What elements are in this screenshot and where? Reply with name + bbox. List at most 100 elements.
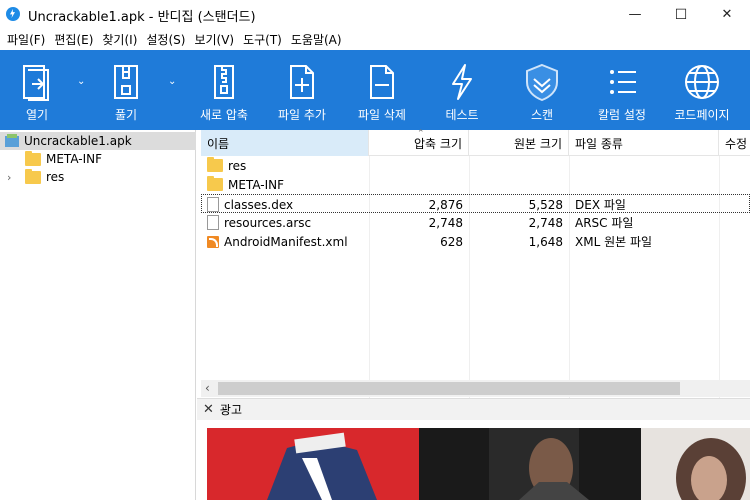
title-bar: Uncrackable1.apk - 반디집 (스탠더드) — ☐ ✕ [0,0,750,29]
list-row-res[interactable]: res [201,156,750,175]
folder-icon [207,157,223,172]
tree-item-meta-inf[interactable]: META-INF [0,150,102,168]
file-name: res [228,158,247,173]
ad-close-icon[interactable]: ✕ [203,402,214,417]
menu-tools[interactable]: 도구(T) [240,31,288,48]
scrollbar-thumb[interactable] [218,382,680,395]
name-cell: AndroidManifest.xml [207,232,348,251]
menu-find[interactable]: 찾기(I) [99,31,143,48]
ad-panel-header: ✕ 광고 [197,398,750,420]
bandizip-app-icon [6,7,20,21]
scan-label: 스캔 [530,108,554,122]
packed-size-cell: 628 [440,234,463,249]
extract-button[interactable]: 풀기 [106,50,146,130]
open-icon [17,60,57,104]
ad-image-portrait[interactable] [641,428,750,500]
lightning-icon [442,60,482,104]
apk-archive-icon [5,134,19,147]
extract-dropdown-chevron-icon[interactable]: ⌄ [168,76,176,87]
packed-size-cell: 2,876 [428,197,463,212]
folder-icon [25,150,41,166]
original-size-cell: 2,748 [528,215,563,230]
horizontal-scrollbar[interactable]: ‹ [201,380,750,397]
menu-edit[interactable]: 편집(E) [51,31,99,48]
menu-help[interactable]: 도움말(A) [288,31,348,48]
codepage-button[interactable]: 코드페이지 [670,50,734,130]
delete-file-button[interactable]: 파일 삭제 [354,50,410,130]
tree-item-root[interactable]: Uncrackable1.apk [0,132,196,150]
minimize-button[interactable]: — [612,0,658,29]
menu-settings[interactable]: 설정(S) [143,31,191,48]
list-row-androidmanifest-xml[interactable]: AndroidManifest.xml 628 1,648 XML 원본 파일 [201,232,750,251]
open-dropdown-chevron-icon[interactable]: ⌄ [77,76,85,87]
file-name: classes.dex [224,197,294,212]
add-file-icon [282,60,322,104]
ad-image-poster[interactable] [207,428,419,500]
window-title: Uncrackable1.apk - 반디집 (스탠더드) [28,10,256,25]
scan-button[interactable]: 스캔 [522,50,562,130]
sort-caret-icon: ⌃ [417,129,425,139]
file-icon [207,215,219,230]
new-archive-button[interactable]: 새로 압축 [196,50,252,130]
file-icon [207,197,219,212]
scroll-left-arrow-icon[interactable]: ‹ [205,381,210,395]
ad-label: 광고 [219,403,242,417]
list-row-meta-inf[interactable]: META-INF [201,175,750,194]
column-settings-button[interactable]: 칼럼 설정 [594,50,650,130]
maximize-button[interactable]: ☐ [658,0,704,29]
file-type-cell: XML 원본 파일 [575,235,653,249]
menu-bar: 파일(F) 편집(E) 찾기(I) 설정(S) 보기(V) 도구(T) 도움말(… [0,29,750,50]
name-cell: META-INF [207,175,284,194]
ad-image-photo[interactable] [419,428,641,500]
column-settings-label: 칼럼 설정 [598,108,646,122]
column-header-file-type[interactable]: 파일 종류 [569,130,719,156]
folder-icon [25,168,41,184]
name-cell: resources.arsc [207,213,311,232]
ad-banner[interactable] [197,420,750,500]
delete-file-icon [362,60,402,104]
original-size-cell: 5,528 [528,197,563,212]
toolbar: 열기 ⌄ 풀기 ⌄ 새로 압축 파일 추가 파일 삭제 테스트 스캔 칼럼 설정… [0,50,750,130]
file-name: META-INF [228,177,285,192]
menu-file[interactable]: 파일(F) [4,31,51,48]
tree-item-label: META-INF [46,152,103,166]
close-button[interactable]: ✕ [704,0,750,29]
xml-file-icon [207,235,219,248]
zipper-icon [204,60,244,104]
extract-icon [106,60,146,104]
open-label: 열기 [25,108,49,122]
file-type-cell: DEX 파일 [575,198,626,212]
list-header: 이름 압축 크기 원본 크기 파일 종류 수정 ⌃ [201,129,750,156]
packed-size-cell: 2,748 [428,215,463,230]
open-button[interactable]: 열기 [17,50,57,130]
extract-label: 풀기 [114,108,138,122]
menu-view[interactable]: 보기(V) [191,31,240,48]
column-header-original-size[interactable]: 원본 크기 [469,130,569,156]
list-row-classes-dex[interactable]: classes.dex 2,876 5,528 DEX 파일 [201,194,750,213]
column-header-modified[interactable]: 수정 [719,130,750,156]
expand-chevron-icon[interactable]: › [7,171,11,184]
folder-icon [207,176,223,191]
column-header-name[interactable]: 이름 [201,130,369,156]
shield-icon [522,60,562,104]
list-icon [602,60,642,104]
tree-item-label: Uncrackable1.apk [24,134,132,148]
globe-icon [682,60,722,104]
new-archive-label: 새로 압축 [200,108,248,122]
file-list: 이름 압축 크기 원본 크기 파일 종류 수정 ⌃ res META-INF c… [201,129,750,410]
test-label: 테스트 [445,108,479,122]
codepage-label: 코드페이지 [674,108,730,122]
folder-tree: Uncrackable1.apk META-INF › res [0,130,196,500]
original-size-cell: 1,648 [528,234,563,249]
file-type-cell: ARSC 파일 [575,216,634,230]
delete-file-label: 파일 삭제 [358,108,406,122]
list-row-resources-arsc[interactable]: resources.arsc 2,748 2,748 ARSC 파일 [201,213,750,232]
tree-item-label: res [46,170,65,184]
name-cell: res [207,156,246,175]
file-name: AndroidManifest.xml [224,234,348,249]
name-cell: classes.dex [207,195,293,214]
test-button[interactable]: 테스트 [442,50,482,130]
tree-item-res[interactable]: › res [0,168,64,186]
add-file-button[interactable]: 파일 추가 [274,50,330,130]
file-name: resources.arsc [224,215,312,230]
